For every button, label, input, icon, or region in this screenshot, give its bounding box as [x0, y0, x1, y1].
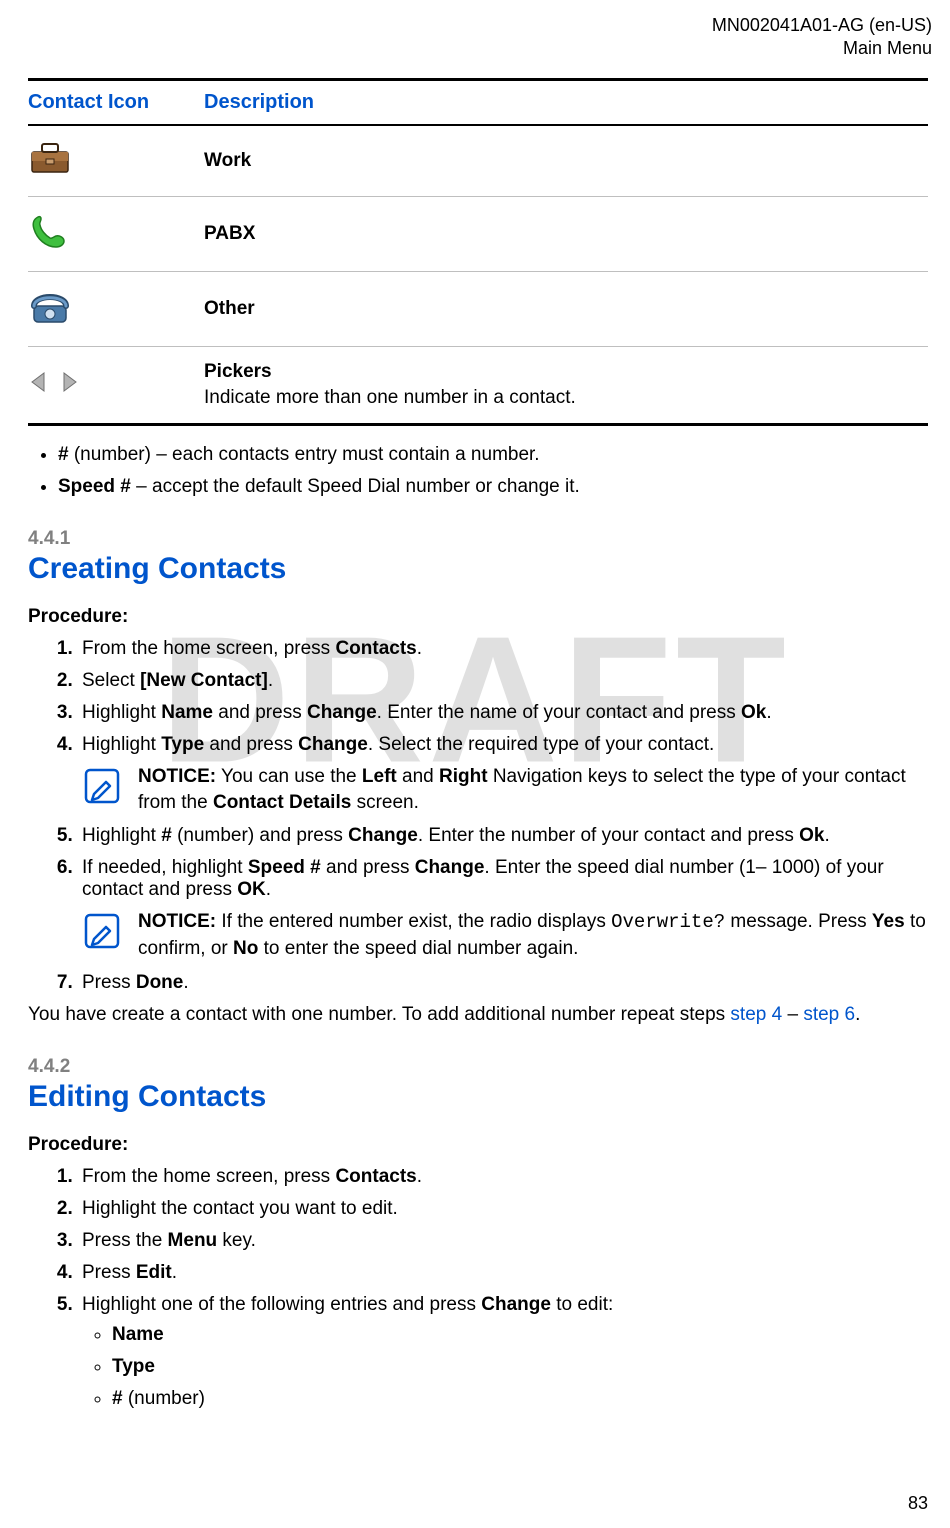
table-row: Other [28, 272, 928, 347]
step-4-link[interactable]: step 4 [730, 1004, 782, 1025]
notice: NOTICE: If the entered number exist, the… [82, 909, 928, 961]
step: Highlight Name and press Change. Enter t… [78, 702, 928, 724]
section-tail: You have create a contact with one numbe… [28, 1004, 928, 1026]
work-icon [28, 140, 72, 182]
other-icon [28, 310, 72, 331]
procedure-label: Procedure: [28, 1134, 928, 1156]
notice-icon [82, 766, 130, 812]
step-6-link[interactable]: step 6 [803, 1004, 855, 1025]
section-number: 4.4.1 [28, 528, 928, 550]
notice-icon [82, 911, 130, 957]
table-row: Pickers Indicate more than one number in… [28, 347, 928, 425]
step: From the home screen, press Contacts. [78, 1166, 928, 1188]
section-number: 4.4.2 [28, 1056, 928, 1078]
top-bullets: # (number) – each contacts entry must co… [28, 444, 928, 498]
list-item: Speed # – accept the default Speed Dial … [58, 476, 928, 498]
list-item: # (number) [112, 1388, 928, 1410]
row-title: Work [204, 150, 251, 171]
row-title: Pickers [204, 361, 272, 382]
notice-text: NOTICE: If the entered number exist, the… [138, 909, 928, 961]
notice-text: NOTICE: You can use the Left and Right N… [138, 764, 928, 815]
steps-442: From the home screen, press Contacts. Hi… [38, 1166, 928, 1410]
page-number: 83 [908, 1493, 928, 1514]
notice: NOTICE: You can use the Left and Right N… [82, 764, 928, 815]
step: Select [New Contact]. [78, 670, 928, 692]
step: Highlight the contact you want to edit. [78, 1198, 928, 1220]
step: Highlight Type and press Change. Select … [78, 734, 928, 815]
section-title: Creating Contacts [28, 552, 928, 586]
row-title: PABX [204, 223, 255, 244]
list-item: Type [112, 1356, 928, 1378]
row-desc: Indicate more than one number in a conta… [204, 387, 922, 409]
list-item: Name [112, 1324, 928, 1346]
procedure-label: Procedure: [28, 606, 928, 628]
table-row: PABX [28, 197, 928, 272]
step: Press the Menu key. [78, 1230, 928, 1252]
step: Highlight # (number) and press Change. E… [78, 825, 928, 847]
step: Press Done. [78, 972, 928, 994]
row-title: Other [204, 298, 255, 319]
list-item: # (number) – each contacts entry must co… [58, 444, 928, 466]
table-header-icon: Contact Icon [28, 80, 204, 126]
steps-441: From the home screen, press Contacts. Se… [38, 638, 928, 994]
pickers-icon [28, 379, 86, 400]
section-title: Editing Contacts [28, 1080, 928, 1114]
table-header-desc: Description [204, 80, 928, 126]
sub-bullets: Name Type # (number) [82, 1324, 928, 1410]
contact-icon-table: Contact Icon Description [28, 78, 928, 426]
step: From the home screen, press Contacts. [78, 638, 928, 660]
step: If needed, highlight Speed # and press C… [78, 857, 928, 961]
pabx-icon [28, 235, 68, 256]
step: Press Edit. [78, 1262, 928, 1284]
table-row: Work [28, 125, 928, 197]
step: Highlight one of the following entries a… [78, 1294, 928, 1410]
